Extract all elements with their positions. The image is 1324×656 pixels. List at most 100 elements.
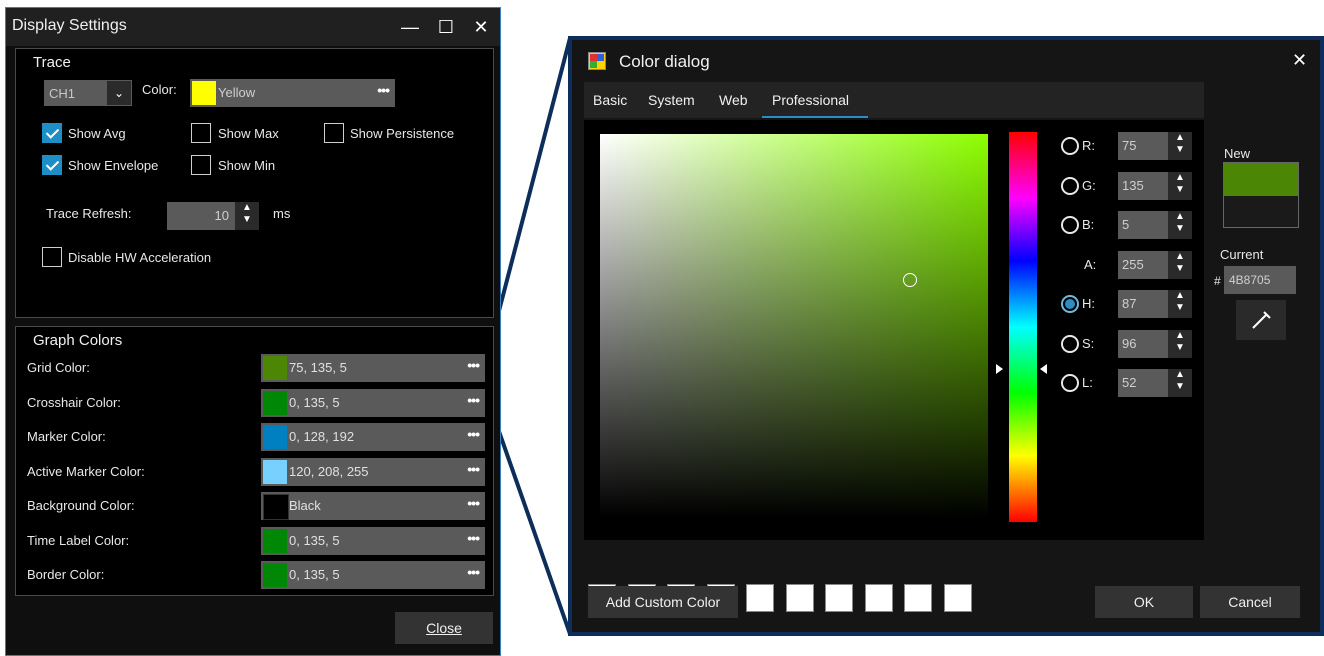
show-max-label: Show Max (218, 126, 279, 141)
graph-color-field[interactable]: 0, 128, 192 ••• (261, 423, 485, 451)
hue-left-pointer-icon[interactable] (996, 364, 1003, 374)
disable-hw-label: Disable HW Acceleration (68, 250, 212, 265)
channel-value: 75 (1122, 138, 1137, 153)
tab-web[interactable]: Web (719, 92, 748, 108)
channel-select[interactable]: CH1 ⌄ (44, 80, 132, 106)
minimize-button[interactable]: — (396, 14, 424, 40)
more-icon[interactable]: ••• (467, 530, 480, 546)
close-window-button[interactable]: ✕ (467, 14, 495, 40)
add-custom-color-button[interactable]: Add Custom Color (588, 586, 738, 618)
ok-button[interactable]: OK (1095, 586, 1193, 618)
close-dialog-button[interactable]: ✕ (1292, 50, 1307, 71)
color-value: Black (289, 498, 321, 513)
trace-refresh-spinner[interactable]: 10 ▲ ▼ (167, 202, 259, 230)
more-icon[interactable]: ••• (467, 495, 480, 511)
show-avg-checkbox[interactable] (42, 123, 62, 143)
channel-spinner[interactable]: 75 ▲ ▼ (1118, 132, 1192, 160)
color-dialog-window: Color dialog ✕ Basic System Web Professi… (568, 36, 1324, 636)
current-label: Current (1220, 247, 1264, 262)
display-settings-window: Display Settings — ☐ ✕ Trace CH1 ⌄ Color… (5, 7, 501, 656)
show-avg-label: Show Avg (68, 126, 126, 141)
color-swatch (263, 425, 287, 449)
sl-selector-circle[interactable] (903, 273, 917, 287)
chevron-down-icon: ⌄ (107, 81, 131, 105)
graph-color-label: Border Color: (27, 567, 105, 582)
custom-color-slot[interactable] (785, 584, 814, 612)
graph-color-label: Marker Color: (27, 429, 106, 444)
custom-color-slot[interactable] (864, 584, 893, 612)
window-title: Display Settings (12, 17, 127, 34)
new-label: New (1224, 146, 1251, 161)
channel-value: 135 (1122, 177, 1144, 193)
channel-spinner[interactable]: 135 ▲ ▼ (1118, 171, 1192, 200)
channel-radio[interactable] (1061, 137, 1079, 155)
channel-label: B: (1082, 217, 1095, 232)
spinner-arrows-icon[interactable]: ▲ ▼ (1168, 369, 1192, 397)
color-value: 0, 128, 192 (289, 429, 355, 444)
new-color-swatch (1224, 163, 1298, 196)
tab-basic[interactable]: Basic (593, 92, 627, 108)
graph-color-field[interactable]: 0, 135, 5 ••• (261, 388, 485, 417)
custom-color-slot[interactable] (825, 584, 853, 612)
graph-color-field[interactable]: 0, 135, 5 ••• (261, 561, 485, 589)
graph-color-field[interactable]: 0, 135, 5 ••• (261, 526, 485, 555)
more-icon[interactable]: ••• (467, 357, 480, 373)
close-button[interactable]: Close (395, 612, 493, 644)
active-tab-underline (762, 116, 868, 118)
hue-slider[interactable] (1009, 132, 1037, 522)
custom-color-slot[interactable] (746, 584, 774, 612)
hex-input[interactable]: 4B8705 (1224, 266, 1296, 294)
spinner-arrows-icon[interactable]: ▲ ▼ (1168, 171, 1192, 200)
tab-system[interactable]: System (648, 92, 695, 108)
channel-spinner[interactable]: 87 ▲ ▼ (1118, 290, 1192, 318)
spinner-arrows-icon[interactable]: ▲ ▼ (1168, 329, 1192, 358)
spinner-arrows-icon[interactable]: ▲ ▼ (1168, 250, 1192, 279)
color-swatch (263, 563, 287, 587)
graph-color-label: Time Label Color: (27, 532, 130, 548)
spinner-arrows-icon[interactable]: ▲ ▼ (1168, 132, 1192, 160)
tab-professional[interactable]: Professional (772, 92, 849, 108)
hue-right-pointer-icon[interactable] (1040, 364, 1047, 374)
trace-color-field[interactable]: Yellow ••• (190, 79, 395, 107)
more-icon[interactable]: ••• (467, 426, 480, 442)
channel-radio[interactable] (1061, 295, 1079, 313)
show-max-checkbox[interactable] (191, 123, 211, 143)
color-preview (1223, 162, 1299, 228)
more-icon[interactable]: ••• (377, 82, 390, 98)
spinner-arrows-icon[interactable]: ▲ ▼ (235, 202, 259, 230)
color-value: 0, 135, 5 (289, 532, 340, 548)
channel-spinner[interactable]: 5 ▲ ▼ (1118, 211, 1192, 239)
channel-radio[interactable] (1061, 374, 1079, 392)
dialog-title: Color dialog (619, 52, 710, 71)
saturation-lightness-field[interactable] (600, 134, 988, 518)
more-icon[interactable]: ••• (467, 392, 480, 408)
disable-hw-checkbox[interactable] (42, 247, 62, 267)
channel-spinner[interactable]: 255 ▲ ▼ (1118, 250, 1192, 279)
custom-color-slot[interactable] (943, 584, 972, 612)
maximize-button[interactable]: ☐ (432, 14, 460, 40)
show-envelope-checkbox[interactable] (42, 155, 62, 175)
channel-label: H: (1082, 296, 1095, 311)
channel-spinner[interactable]: 96 ▲ ▼ (1118, 329, 1192, 358)
show-persistence-checkbox[interactable] (324, 123, 344, 143)
channel-radio[interactable] (1061, 334, 1079, 353)
eyedropper-button[interactable] (1236, 300, 1286, 340)
show-min-checkbox[interactable] (191, 155, 211, 175)
channel-spinner[interactable]: 52 ▲ ▼ (1118, 369, 1192, 397)
channel-value: 52 (1122, 375, 1137, 390)
graph-color-field[interactable]: Black ••• (261, 492, 485, 520)
channel-value: 87 (1122, 296, 1137, 311)
channel-radio[interactable] (1061, 216, 1079, 234)
spinner-arrows-icon[interactable]: ▲ ▼ (1168, 211, 1192, 239)
spinner-arrows-icon[interactable]: ▲ ▼ (1168, 290, 1192, 318)
channel-radio[interactable] (1061, 176, 1079, 195)
graph-color-field[interactable]: 120, 208, 255 ••• (261, 457, 485, 486)
color-value: 120, 208, 255 (289, 463, 369, 479)
cancel-button[interactable]: Cancel (1200, 586, 1300, 618)
show-persistence-label: Show Persistence (350, 126, 455, 141)
graph-color-field[interactable]: 75, 135, 5 ••• (261, 354, 485, 382)
more-icon[interactable]: ••• (467, 461, 480, 477)
trace-color-value: Yellow (218, 85, 256, 100)
more-icon[interactable]: ••• (467, 564, 480, 580)
custom-color-slot[interactable] (904, 584, 932, 612)
